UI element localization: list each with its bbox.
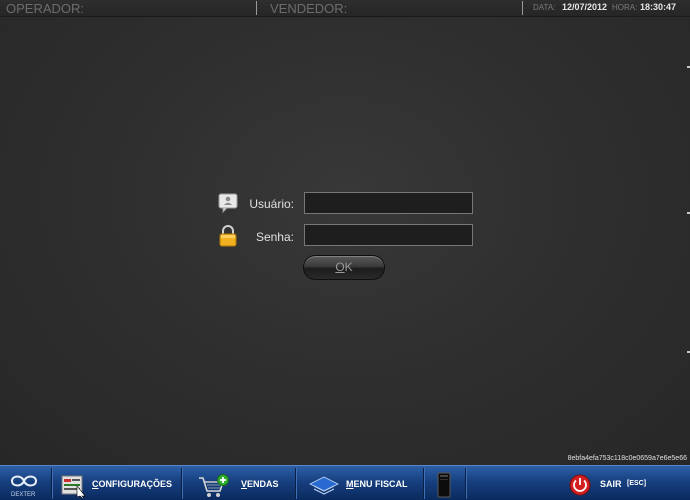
password-label: Senha:	[255, 230, 294, 244]
power-icon	[569, 474, 591, 500]
seller-label: VENDEDOR:	[270, 1, 348, 16]
time-value: 18:30:47	[640, 2, 677, 12]
logo-text: DEXTER	[11, 492, 36, 498]
top-status-bar: OPERADOR: VENDEDOR: DATA: 12/07/2012 HOR…	[0, 0, 690, 17]
date-label: DATA:	[533, 3, 556, 12]
cart-add-icon	[198, 474, 230, 500]
config-button[interactable]: CONFIGURAÇÕES	[52, 466, 180, 500]
divider	[522, 1, 523, 15]
password-input[interactable]	[304, 224, 473, 246]
ok-button[interactable]: OK	[303, 255, 385, 280]
fiscal-printer-button[interactable]	[424, 466, 464, 500]
sales-label: VENDAS	[241, 479, 279, 489]
user-input[interactable]	[304, 192, 473, 214]
ok-label: K	[344, 260, 353, 274]
fiscal-menu-label: MENU FISCAL	[346, 479, 408, 489]
time-label: HORA:	[612, 3, 638, 12]
operator-label: OPERADOR:	[6, 1, 85, 16]
printer-icon	[437, 472, 451, 500]
config-label: CONFIGURAÇÕES	[92, 479, 173, 489]
user-label: Usuário:	[249, 197, 294, 211]
exit-label: SAIR	[600, 479, 622, 489]
exit-button[interactable]: SAIR [ESC]	[560, 466, 670, 500]
exit-shortcut: [ESC]	[627, 480, 647, 487]
bottom-toolbar: DEXTER CONFIGURAÇÕES VENDAS MENU FISCAL …	[0, 465, 690, 500]
logo-icon	[10, 475, 38, 487]
sales-button[interactable]: VENDAS	[182, 466, 294, 500]
session-hash: 8ebfa4efa753c118c0e0659a7e6e5e66	[567, 455, 687, 462]
dexter-logo: DEXTER	[0, 466, 48, 500]
ok-label-hotkey: O	[335, 260, 345, 274]
config-icon	[61, 474, 87, 500]
fiscal-menu-button[interactable]: MENU FISCAL	[296, 466, 422, 500]
divider	[465, 468, 466, 499]
divider	[256, 1, 257, 15]
date-value: 12/07/2012	[562, 2, 608, 12]
fiscal-icon	[308, 476, 340, 500]
